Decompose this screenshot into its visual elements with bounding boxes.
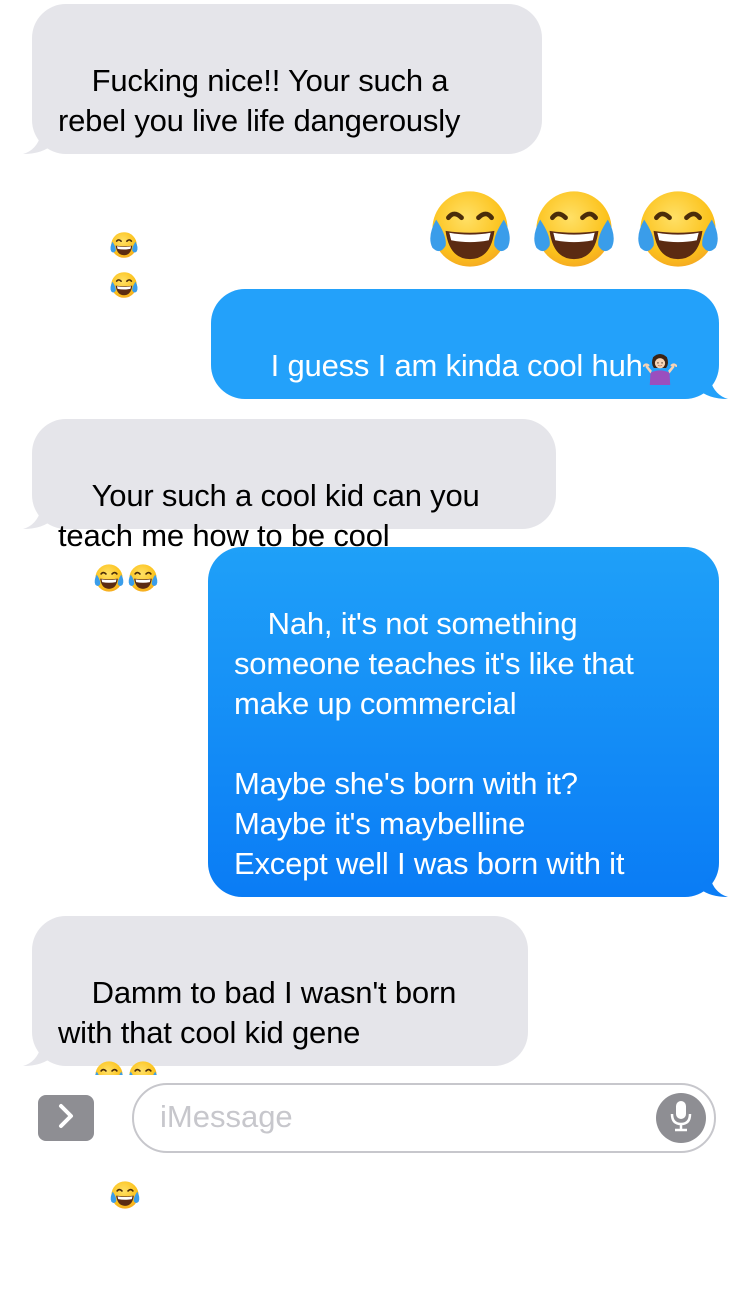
face-with-tears-of-joy-icon <box>108 269 140 301</box>
bubble-tail <box>698 379 728 399</box>
outgoing-emoji-message[interactable] <box>423 182 725 276</box>
face-with-tears-of-joy-icon <box>92 561 126 595</box>
message-text: Nah, it's not something someone teaches … <box>234 606 634 881</box>
outgoing-message-bubble[interactable]: Nah, it's not something someone teaches … <box>208 547 728 897</box>
dictation-button[interactable] <box>656 1093 706 1143</box>
bubble-tail <box>23 134 53 154</box>
bubble-tail <box>23 1046 53 1066</box>
input-placeholder: iMessage <box>160 1099 293 1134</box>
incoming-message-bubble[interactable]: Your such a cool kid can you teach me ho… <box>23 419 556 529</box>
bubble-tail <box>698 877 728 897</box>
face-with-tears-of-joy-icon <box>527 182 621 276</box>
message-text: I guess I am kinda cool huh <box>270 348 643 383</box>
incoming-message-bubble[interactable]: Damm to bad I wasn't born with that cool… <box>23 916 528 1066</box>
face-with-tears-of-joy-icon <box>126 561 160 595</box>
message-thread[interactable]: Fucking nice!! Your such a rebel you liv… <box>0 0 749 1075</box>
imessage-input[interactable]: iMessage <box>132 1083 716 1153</box>
face-with-tears-of-joy-icon <box>108 1178 142 1212</box>
person-shrugging-icon <box>643 351 677 385</box>
face-with-tears-of-joy-icon <box>108 229 140 261</box>
incoming-message-bubble[interactable]: Fucking nice!! Your such a rebel you liv… <box>23 4 542 154</box>
message-text: Fucking nice!! Your such a rebel you liv… <box>58 63 461 138</box>
face-with-tears-of-joy-icon <box>631 182 725 276</box>
compose-bar: iMessage <box>0 1075 749 1160</box>
outgoing-message-bubble[interactable]: I guess I am kinda cool huh <box>211 289 728 399</box>
face-with-tears-of-joy-icon <box>423 182 517 276</box>
message-text: Damm to bad I wasn't born with that cool… <box>58 975 457 1050</box>
bubble-tail <box>23 509 53 529</box>
expand-apps-button[interactable] <box>38 1095 94 1141</box>
microphone-icon <box>669 1099 693 1138</box>
chevron-right-icon <box>56 1103 76 1134</box>
